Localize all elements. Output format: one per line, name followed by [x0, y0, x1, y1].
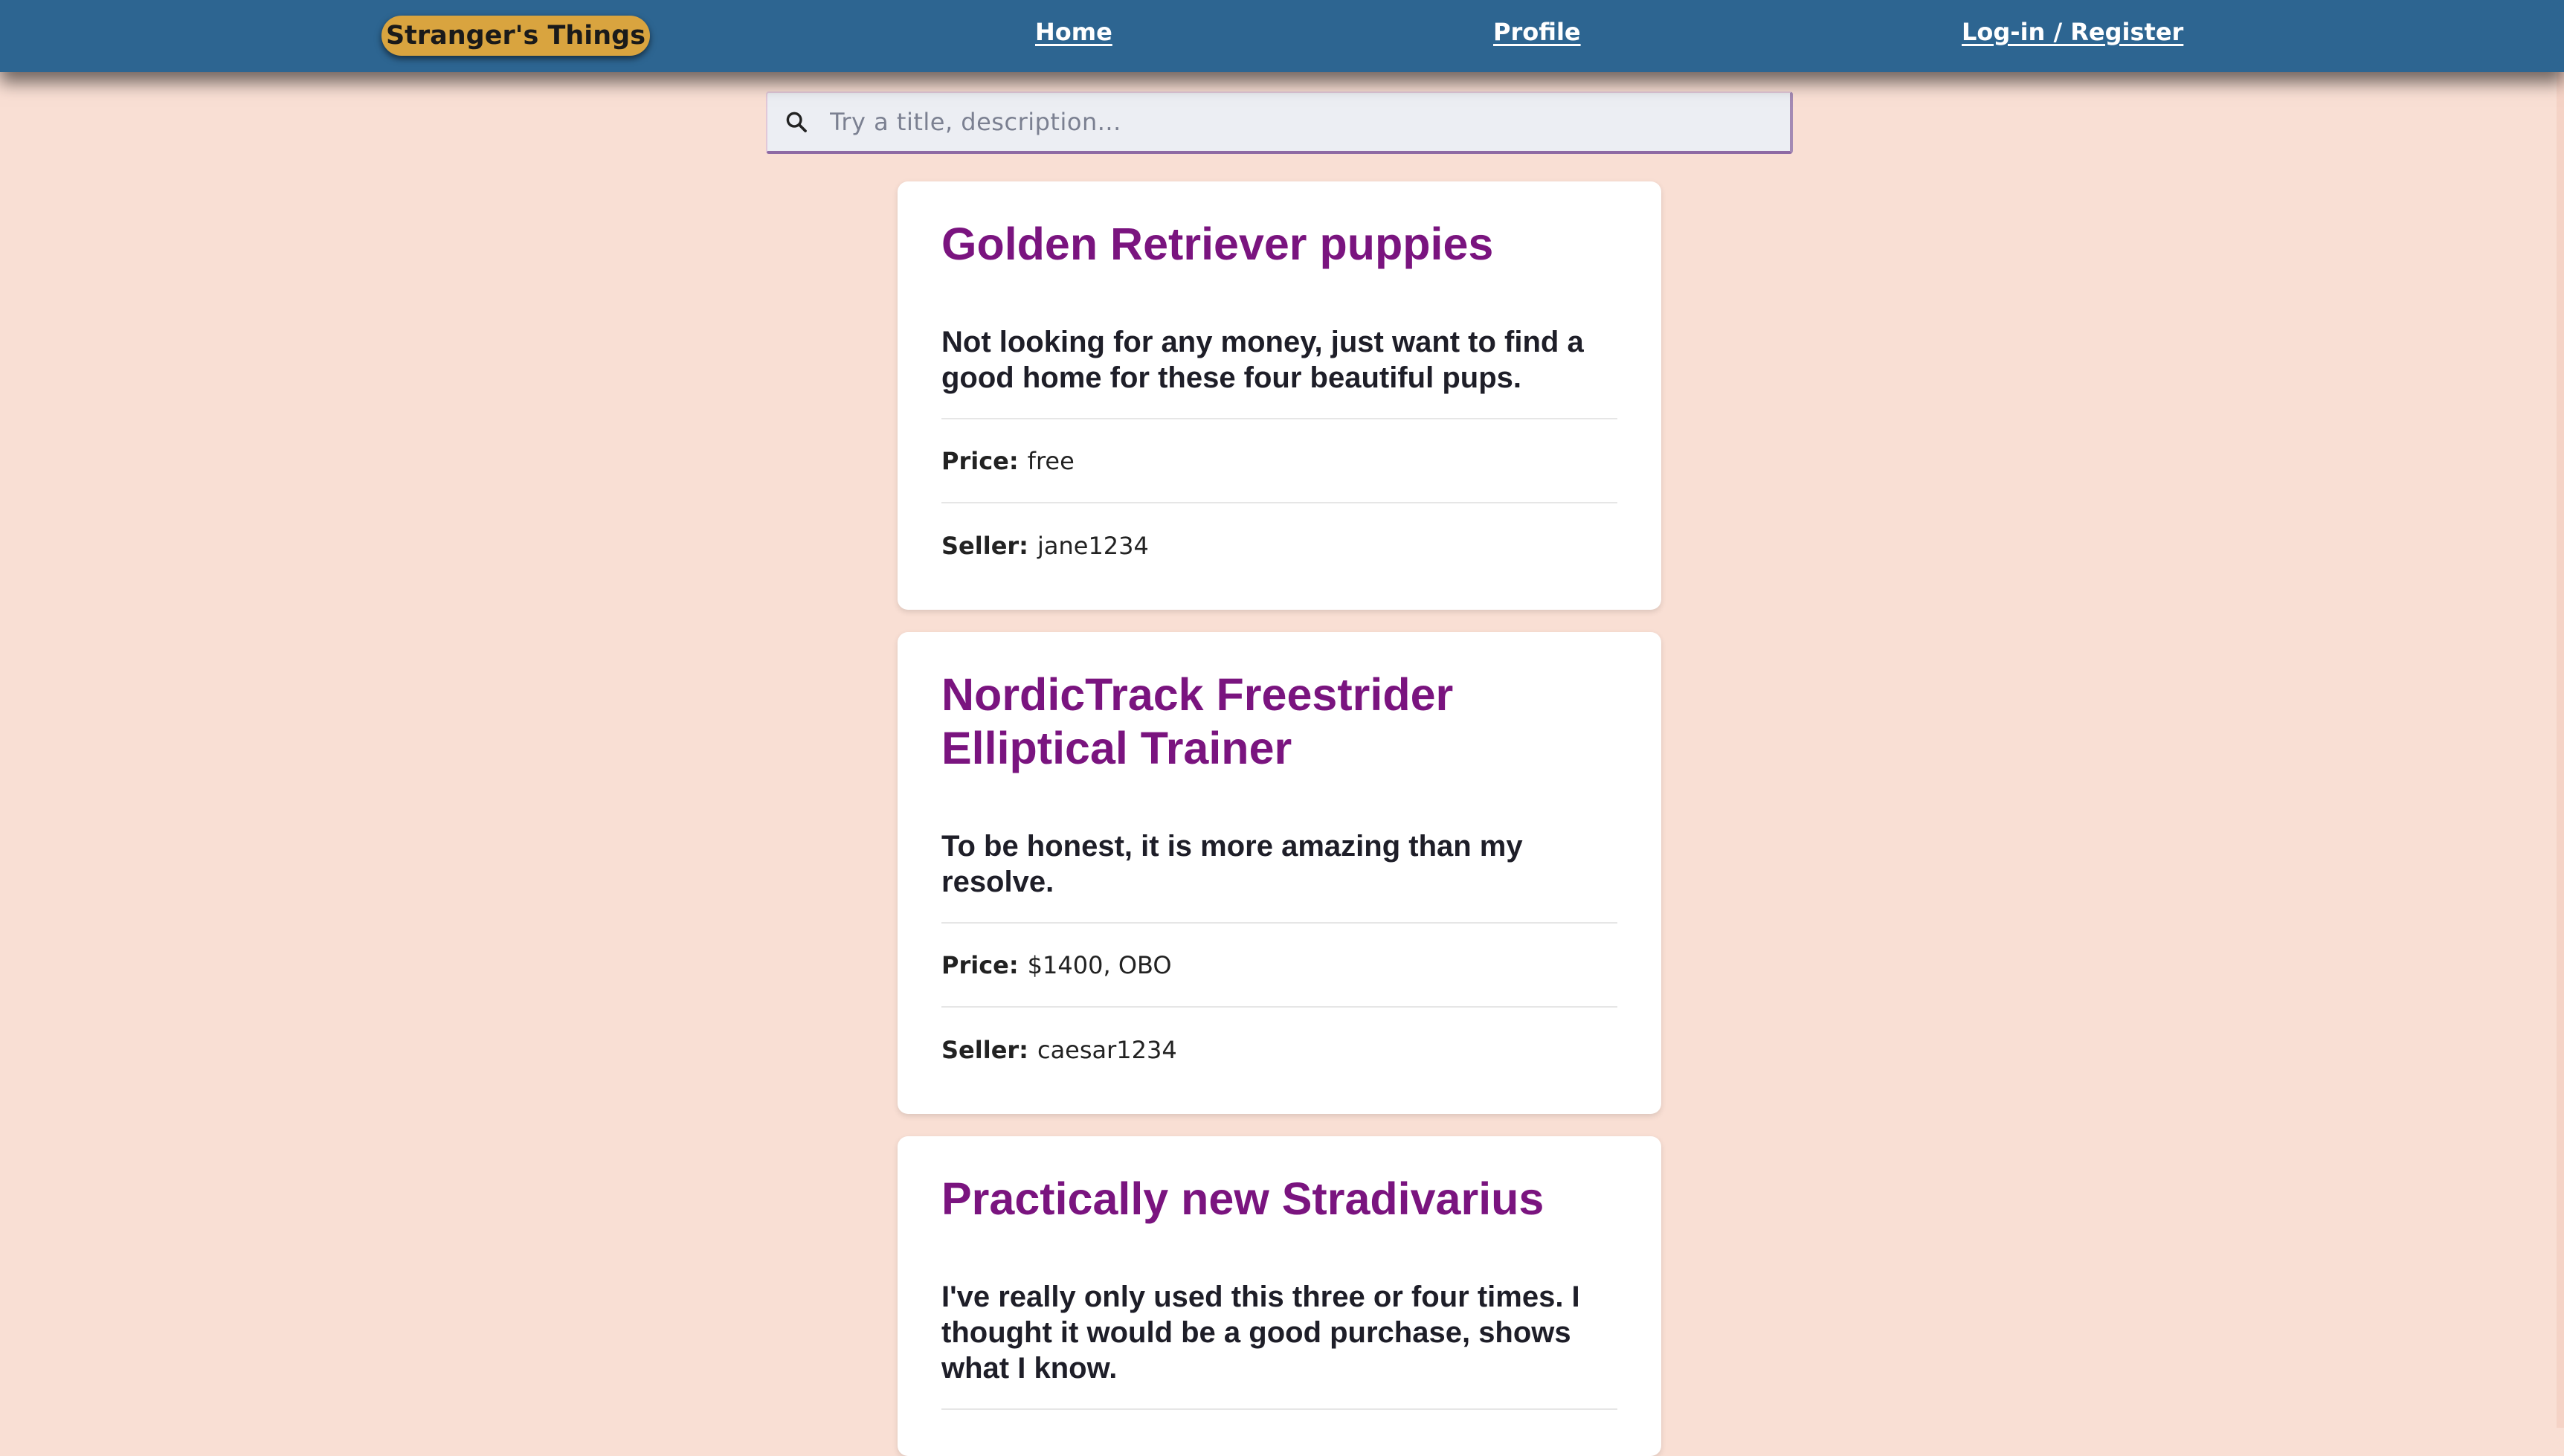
post-title: NordicTrack Freestrider Elliptical Train… — [941, 669, 1454, 773]
price-label: Price: — [941, 446, 1019, 475]
post-seller: jane1234 — [1037, 531, 1149, 560]
price-label: Price: — [941, 950, 1019, 979]
brand-logo-button[interactable]: Stranger's Things — [381, 16, 650, 56]
post-price-row: Price: $1400, OBO — [941, 924, 1617, 1008]
post-price-row: Price: free — [941, 419, 1617, 503]
nav-home-link[interactable]: Home — [1035, 18, 1112, 46]
post-price: $1400, OBO — [1027, 950, 1172, 979]
top-navbar: Stranger's Things Home Profile Log-in / … — [0, 0, 2564, 72]
post-description: I've really only used this three or four… — [941, 1225, 1617, 1410]
post-description: Not looking for any money, just want to … — [941, 271, 1617, 419]
post-title: Golden Retriever puppies — [941, 219, 1494, 269]
search-icon — [786, 112, 807, 132]
post-seller: caesar1234 — [1037, 1035, 1177, 1064]
post-seller-row: Seller: jane1234 — [941, 503, 1617, 587]
nav-profile-link[interactable]: Profile — [1493, 18, 1581, 46]
seller-label: Seller: — [941, 531, 1028, 560]
nav-login-register-link[interactable]: Log-in / Register — [1962, 18, 2183, 46]
post-card: NordicTrack Freestrider Elliptical Train… — [898, 632, 1661, 1114]
page-scrollbar[interactable] — [2557, 72, 2564, 1428]
seller-label: Seller: — [941, 1035, 1028, 1064]
post-card: Golden Retriever puppies Not looking for… — [898, 181, 1661, 610]
search-input[interactable] — [828, 107, 1775, 137]
post-title: Practically new Stradivarius — [941, 1173, 1544, 1224]
post-price: free — [1027, 446, 1075, 475]
search-bar — [766, 91, 1793, 154]
post-card: Practically new Stradivarius I've really… — [898, 1136, 1661, 1456]
post-description: To be honest, it is more amazing than my… — [941, 775, 1617, 924]
post-seller-row: Seller: caesar1234 — [941, 1008, 1617, 1092]
